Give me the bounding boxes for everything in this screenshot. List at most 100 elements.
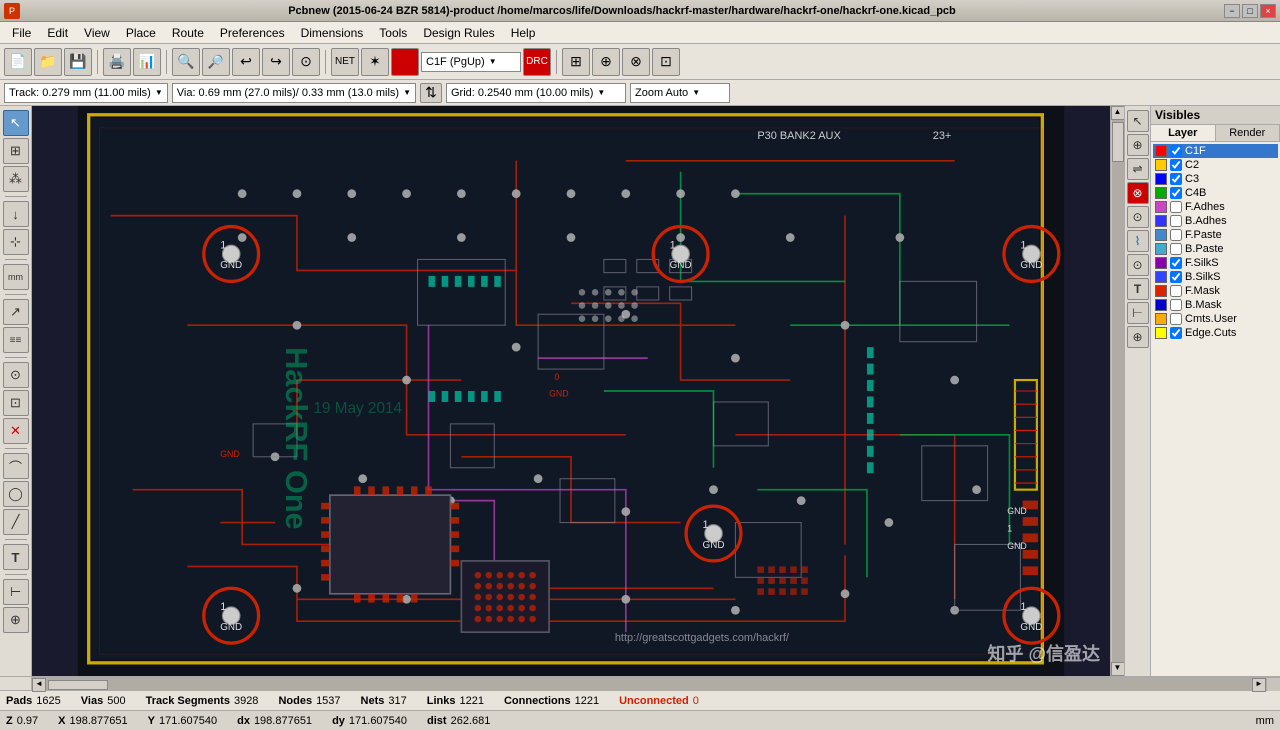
layer-item-c4b[interactable]: C4B [1153, 186, 1278, 200]
draw-circle-tool[interactable]: ◯ [3, 481, 29, 507]
menu-dimensions[interactable]: Dimensions [293, 24, 372, 42]
layer-checkbox-C3[interactable] [1170, 173, 1182, 185]
add-text-tool[interactable]: T [3, 544, 29, 570]
no-connect-tool[interactable]: ✕ [3, 418, 29, 444]
origin-tool[interactable]: ⊕ [3, 607, 29, 633]
netinspect-tool[interactable]: ⊙ [1127, 254, 1149, 276]
menu-preferences[interactable]: Preferences [212, 24, 293, 42]
tab-layer[interactable]: Layer [1151, 125, 1216, 141]
layer-item-f-silks[interactable]: F.SilkS [1153, 256, 1278, 270]
text-tool-right[interactable]: T [1127, 278, 1149, 300]
menu-tools[interactable]: Tools [371, 24, 415, 42]
layer-checkbox-B.Mask[interactable] [1170, 299, 1182, 311]
zoom-dropdown[interactable]: Zoom Auto ▼ [630, 83, 730, 103]
tab-render[interactable]: Render [1216, 125, 1280, 141]
layer-color-button[interactable] [391, 48, 419, 76]
layer-checkbox-B.Adhes[interactable] [1170, 215, 1182, 227]
select-tool[interactable]: ↖ [3, 110, 29, 136]
layer-checkbox-B.Paste[interactable] [1170, 243, 1182, 255]
scroll-right-button[interactable]: ► [1252, 678, 1266, 692]
layer-item-f-adhes[interactable]: F.Adhes [1153, 200, 1278, 214]
route-track-tool[interactable]: ↗ [3, 299, 29, 325]
layer-checkbox-Edge.Cuts[interactable] [1170, 327, 1182, 339]
draw-line-tool[interactable]: ╱ [3, 509, 29, 535]
origin-button[interactable]: ⊗ [622, 48, 650, 76]
local-ratsnest-tool[interactable]: ⁂ [3, 166, 29, 192]
route-diff-pair-tool[interactable]: ≡≡ [3, 327, 29, 353]
layer-item-b-adhes[interactable]: B.Adhes [1153, 214, 1278, 228]
measure-tool[interactable]: ⊢ [3, 579, 29, 605]
maximize-button[interactable]: □ [1242, 4, 1258, 18]
ratsnest-button[interactable]: ✶ [361, 48, 389, 76]
menu-view[interactable]: View [76, 24, 118, 42]
layer-checkbox-C4B[interactable] [1170, 187, 1182, 199]
print-button[interactable]: 🖨️ [103, 48, 131, 76]
layer-checkbox-C1F[interactable] [1170, 145, 1182, 157]
scroll-track-horizontal[interactable] [46, 678, 1252, 691]
add-footprint-tool[interactable]: ↓ [3, 201, 29, 227]
grid-dropdown[interactable]: Grid: 0.2540 mm (10.00 mils) ▼ [446, 83, 626, 103]
scroll-left-button[interactable]: ◄ [32, 678, 46, 692]
scroll-up-button[interactable]: ▲ [1111, 106, 1125, 120]
menu-edit[interactable]: Edit [39, 24, 76, 42]
zoom-redo-button[interactable]: ↪ [262, 48, 290, 76]
zoom-out-button[interactable]: 🔎 [202, 48, 230, 76]
zoom-fit-right[interactable]: ⊙ [1127, 206, 1149, 228]
horizontal-scrollbar[interactable]: ◄ ► [32, 677, 1266, 691]
grid-button[interactable]: ⊞ [562, 48, 590, 76]
layer-item-f-paste[interactable]: F.Paste [1153, 228, 1278, 242]
menu-file[interactable]: File [4, 24, 39, 42]
cursor-tool-right[interactable]: ↖ [1127, 110, 1149, 132]
drc-tool-right[interactable]: ⊗ [1127, 182, 1149, 204]
menu-route[interactable]: Route [164, 24, 212, 42]
scroll-down-button[interactable]: ▼ [1111, 662, 1125, 676]
polar-grid-button[interactable]: ⊕ [592, 48, 620, 76]
mirror-tool[interactable]: ⇌ [1127, 158, 1149, 180]
layer-item-f-mask[interactable]: F.Mask [1153, 284, 1278, 298]
track-width-tool[interactable]: ⌇ [1127, 230, 1149, 252]
layer-checkbox-B.SilkS[interactable] [1170, 271, 1182, 283]
layer-item-c1f[interactable]: C1F [1153, 144, 1278, 158]
mm-tool[interactable]: mm [3, 264, 29, 290]
add-zone-tool[interactable]: ⊡ [3, 390, 29, 416]
layer-item-cmts-user[interactable]: Cmts.User [1153, 312, 1278, 326]
layer-checkbox-Cmts.User[interactable] [1170, 313, 1182, 325]
layer-checkbox-F.Adhes[interactable] [1170, 201, 1182, 213]
layer-item-c2[interactable]: C2 [1153, 158, 1278, 172]
pcb-canvas[interactable]: 1 GND 1 GND 1 GND 1 GND 1 GND 1 GND GN [32, 106, 1110, 676]
draw-arc-tool[interactable]: ⌒ [3, 453, 29, 479]
close-button[interactable]: × [1260, 4, 1276, 18]
orient-tool[interactable]: ⊕ [1127, 134, 1149, 156]
menu-help[interactable]: Help [503, 24, 544, 42]
move-tool[interactable]: ⊹ [3, 229, 29, 255]
scroll-track-vertical[interactable] [1112, 120, 1124, 662]
layer-checkbox-C2[interactable] [1170, 159, 1182, 171]
layer-item-edge-cuts[interactable]: Edge.Cuts [1153, 326, 1278, 340]
add-via-right[interactable]: ⊕ [1127, 326, 1149, 348]
add-via-tool[interactable]: ⊙ [3, 362, 29, 388]
layer-item-b-paste[interactable]: B.Paste [1153, 242, 1278, 256]
highlight-net-tool[interactable]: ⊞ [3, 138, 29, 164]
layer-dropdown[interactable]: C1F (PgUp) ▼ [421, 52, 521, 72]
layer-checkbox-F.Mask[interactable] [1170, 285, 1182, 297]
scroll-thumb-horizontal[interactable] [48, 680, 108, 690]
via-size-button[interactable]: ⇅ [420, 83, 442, 103]
layer-item-c3[interactable]: C3 [1153, 172, 1278, 186]
ruler-tool[interactable]: ⊢ [1127, 302, 1149, 324]
save-button[interactable]: 💾 [64, 48, 92, 76]
drc-button[interactable]: DRC [523, 48, 551, 76]
vertical-scrollbar[interactable]: ▲ ▼ [1110, 106, 1124, 676]
netlist-button[interactable]: NET [331, 48, 359, 76]
layer-item-b-mask[interactable]: B.Mask [1153, 298, 1278, 312]
modules-button[interactable]: ⊡ [652, 48, 680, 76]
layer-checkbox-F.Paste[interactable] [1170, 229, 1182, 241]
minimize-button[interactable]: − [1224, 4, 1240, 18]
menu-design-rules[interactable]: Design Rules [415, 24, 502, 42]
open-button[interactable]: 📁 [34, 48, 62, 76]
menu-place[interactable]: Place [118, 24, 164, 42]
zoom-fit-button[interactable]: ⊙ [292, 48, 320, 76]
plot-button[interactable]: 📊 [133, 48, 161, 76]
layer-checkbox-F.SilkS[interactable] [1170, 257, 1182, 269]
via-dropdown[interactable]: Via: 0.69 mm (27.0 mils)/ 0.33 mm (13.0 … [172, 83, 416, 103]
zoom-in-button[interactable]: 🔍 [172, 48, 200, 76]
